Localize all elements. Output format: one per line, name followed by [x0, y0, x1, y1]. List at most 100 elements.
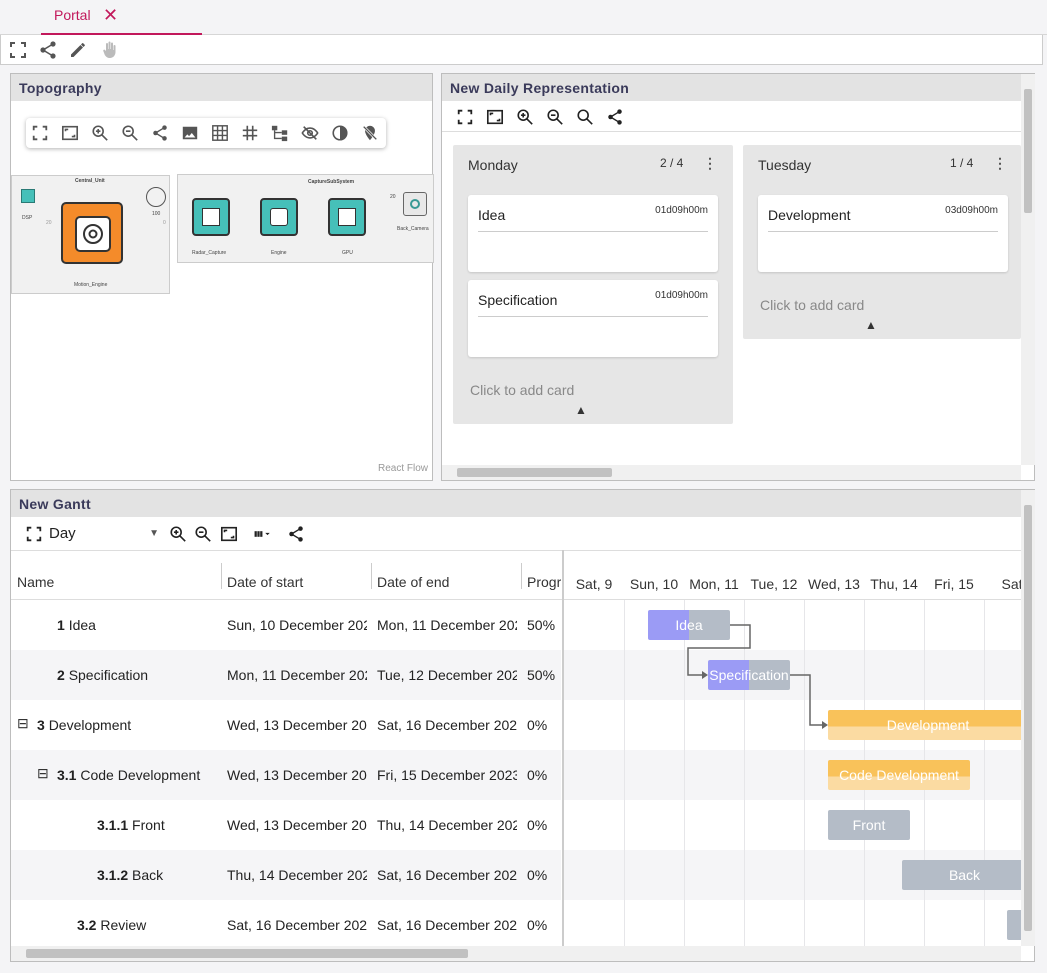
divider — [478, 231, 708, 232]
card-idea[interactable]: Idea 01d09h00m — [468, 195, 718, 272]
tab-portal[interactable]: Portal ✕ — [41, 0, 202, 35]
gantt-bar-specification[interactable]: Specification — [708, 660, 790, 690]
more-vert-icon[interactable]: ⋮ — [993, 155, 1007, 172]
share-icon[interactable] — [37, 39, 59, 61]
column-header-progress[interactable]: Progr — [527, 574, 561, 590]
fan-icon[interactable] — [146, 187, 166, 207]
hash-grid-icon[interactable] — [240, 124, 260, 142]
column-header-name[interactable]: Name — [17, 574, 217, 590]
vertical-scrollbar[interactable] — [1021, 490, 1035, 946]
layout-tree-icon[interactable] — [270, 124, 290, 142]
share-icon[interactable] — [605, 108, 625, 126]
task-label: Development — [48, 717, 132, 733]
table-row[interactable]: ⊟ 3.1 Code Development Wed, 13 December 20… — [11, 750, 561, 800]
zoom-out-icon[interactable] — [120, 124, 140, 142]
dsp-node[interactable] — [21, 189, 35, 203]
task-start: Mon, 11 December 2023 — [227, 667, 367, 683]
gpu-node[interactable] — [328, 198, 366, 236]
attribution-text[interactable]: React Flow — [378, 463, 428, 474]
gantt-bar-front[interactable]: Front — [828, 810, 910, 840]
scale-select[interactable]: Day ▼ — [49, 525, 159, 545]
columns-icon[interactable] — [247, 525, 279, 543]
more-vert-icon[interactable]: ⋮ — [703, 155, 717, 172]
table-row[interactable]: 3.1.2 Back Thu, 14 December 2023 Sat, 16 D… — [11, 850, 561, 900]
horizontal-scrollbar[interactable] — [11, 946, 1021, 961]
daily-panel: New Daily Representation Monday 2 / 4 ⋮ … — [441, 73, 1035, 481]
share-icon[interactable] — [286, 525, 306, 543]
column-divider[interactable] — [221, 563, 222, 589]
node-label: Engine — [271, 250, 287, 256]
add-card-button[interactable]: Click to add card — [760, 297, 864, 313]
collapse-toggle-icon[interactable]: ⊟ — [37, 765, 49, 782]
divider — [478, 316, 708, 317]
zoom-in-icon[interactable] — [168, 525, 188, 543]
zoom-in-icon[interactable] — [515, 108, 535, 126]
table-row[interactable]: ⊟ 3 Development Wed, 13 December 2023 Sat, … — [11, 700, 561, 750]
zoom-out-icon[interactable] — [193, 525, 213, 543]
card-duration: 03d09h00m — [945, 205, 998, 216]
card-development[interactable]: Development 03d09h00m — [758, 195, 1008, 272]
fit-view-icon[interactable] — [219, 525, 239, 543]
collapse-icon[interactable]: ▲ — [575, 403, 587, 417]
node-value: 100 — [152, 211, 161, 217]
gantt-bar-review[interactable] — [1007, 910, 1021, 940]
day-header: Thu, 14 — [870, 576, 918, 592]
card-specification[interactable]: Specification 01d09h00m — [468, 280, 718, 357]
card-duration: 01d09h00m — [655, 290, 708, 301]
task-start: Wed, 13 December 2023 — [227, 767, 367, 783]
radar-capture-node[interactable] — [192, 198, 230, 236]
fit-view-icon[interactable] — [485, 108, 505, 126]
lane-count: 2 / 4 — [660, 156, 684, 170]
gantt-bar-code-development[interactable]: Code Development — [828, 760, 970, 790]
timeline-row — [564, 800, 1021, 850]
collapse-icon[interactable]: ▲ — [865, 318, 877, 332]
task-label: Back — [132, 867, 164, 883]
edit-icon[interactable] — [67, 39, 89, 61]
lane-count: 1 / 4 — [950, 156, 974, 170]
day-gridline — [984, 600, 985, 946]
contrast-icon[interactable] — [330, 124, 350, 142]
lane-monday: Monday 2 / 4 ⋮ Idea 01d09h00m Specificat… — [453, 145, 733, 424]
gantt-bar-development[interactable]: Development — [828, 710, 1021, 740]
node-value: 20 — [390, 194, 396, 200]
column-header-end[interactable]: Date of end — [377, 574, 517, 590]
close-icon[interactable]: ✕ — [103, 0, 118, 30]
visibility-off-icon[interactable] — [300, 124, 320, 142]
zoom-out-icon[interactable] — [545, 108, 565, 126]
gantt-panel: New Gantt Day ▼ Name Date of start Date … — [10, 489, 1035, 962]
zoom-in-icon[interactable] — [90, 124, 110, 142]
location-off-icon[interactable] — [360, 124, 380, 142]
engine-node[interactable] — [260, 198, 298, 236]
grid-icon[interactable] — [210, 124, 230, 142]
pan-hand-icon[interactable] — [97, 39, 123, 61]
lane-tuesday: Tuesday 1 / 4 ⋮ Development 03d09h00m Cl… — [743, 145, 1021, 339]
column-header-start[interactable]: Date of start — [227, 574, 367, 590]
timeline: Sat, 9 Sun, 10 Mon, 11 Tue, 12 Wed, 13 Thu, 1… — [564, 550, 1021, 946]
horizontal-scrollbar[interactable] — [442, 465, 1021, 480]
column-divider[interactable] — [371, 563, 372, 589]
share-icon[interactable] — [150, 124, 170, 142]
grid-body: 1 Idea Sun, 10 December 2023 Mon, 11 Decem… — [11, 600, 562, 946]
image-icon[interactable] — [180, 124, 200, 142]
day-gridline — [624, 600, 625, 946]
fullscreen-icon[interactable] — [30, 124, 50, 142]
column-divider[interactable] — [521, 563, 522, 589]
fullscreen-icon[interactable] — [24, 525, 44, 543]
camera-icon[interactable] — [403, 192, 427, 216]
table-row[interactable]: 2 Specification Mon, 11 December 2023 Tue,… — [11, 650, 561, 700]
search-icon[interactable] — [575, 108, 595, 126]
day-header: Sun, 10 — [629, 576, 679, 592]
table-row[interactable]: 1 Idea Sun, 10 December 2023 Mon, 11 Decem… — [11, 600, 561, 650]
table-row[interactable]: 3.1.1 Front Wed, 13 December 2023 Thu, 14 … — [11, 800, 561, 850]
gantt-bar-idea[interactable]: Idea — [648, 610, 730, 640]
fit-view-icon[interactable] — [60, 124, 80, 142]
vertical-scrollbar[interactable] — [1021, 74, 1035, 465]
add-card-button[interactable]: Click to add card — [470, 382, 574, 398]
fullscreen-icon[interactable] — [455, 108, 475, 126]
collapse-toggle-icon[interactable]: ⊟ — [17, 715, 29, 732]
table-row[interactable]: 3.2 Review Sat, 16 December 2023 Sat, 16 D… — [11, 900, 561, 946]
gantt-bar-back[interactable]: Back — [902, 860, 1021, 890]
motion-engine-node[interactable] — [61, 202, 123, 264]
task-progress: 0% — [527, 767, 548, 783]
fullscreen-icon[interactable] — [7, 39, 29, 61]
